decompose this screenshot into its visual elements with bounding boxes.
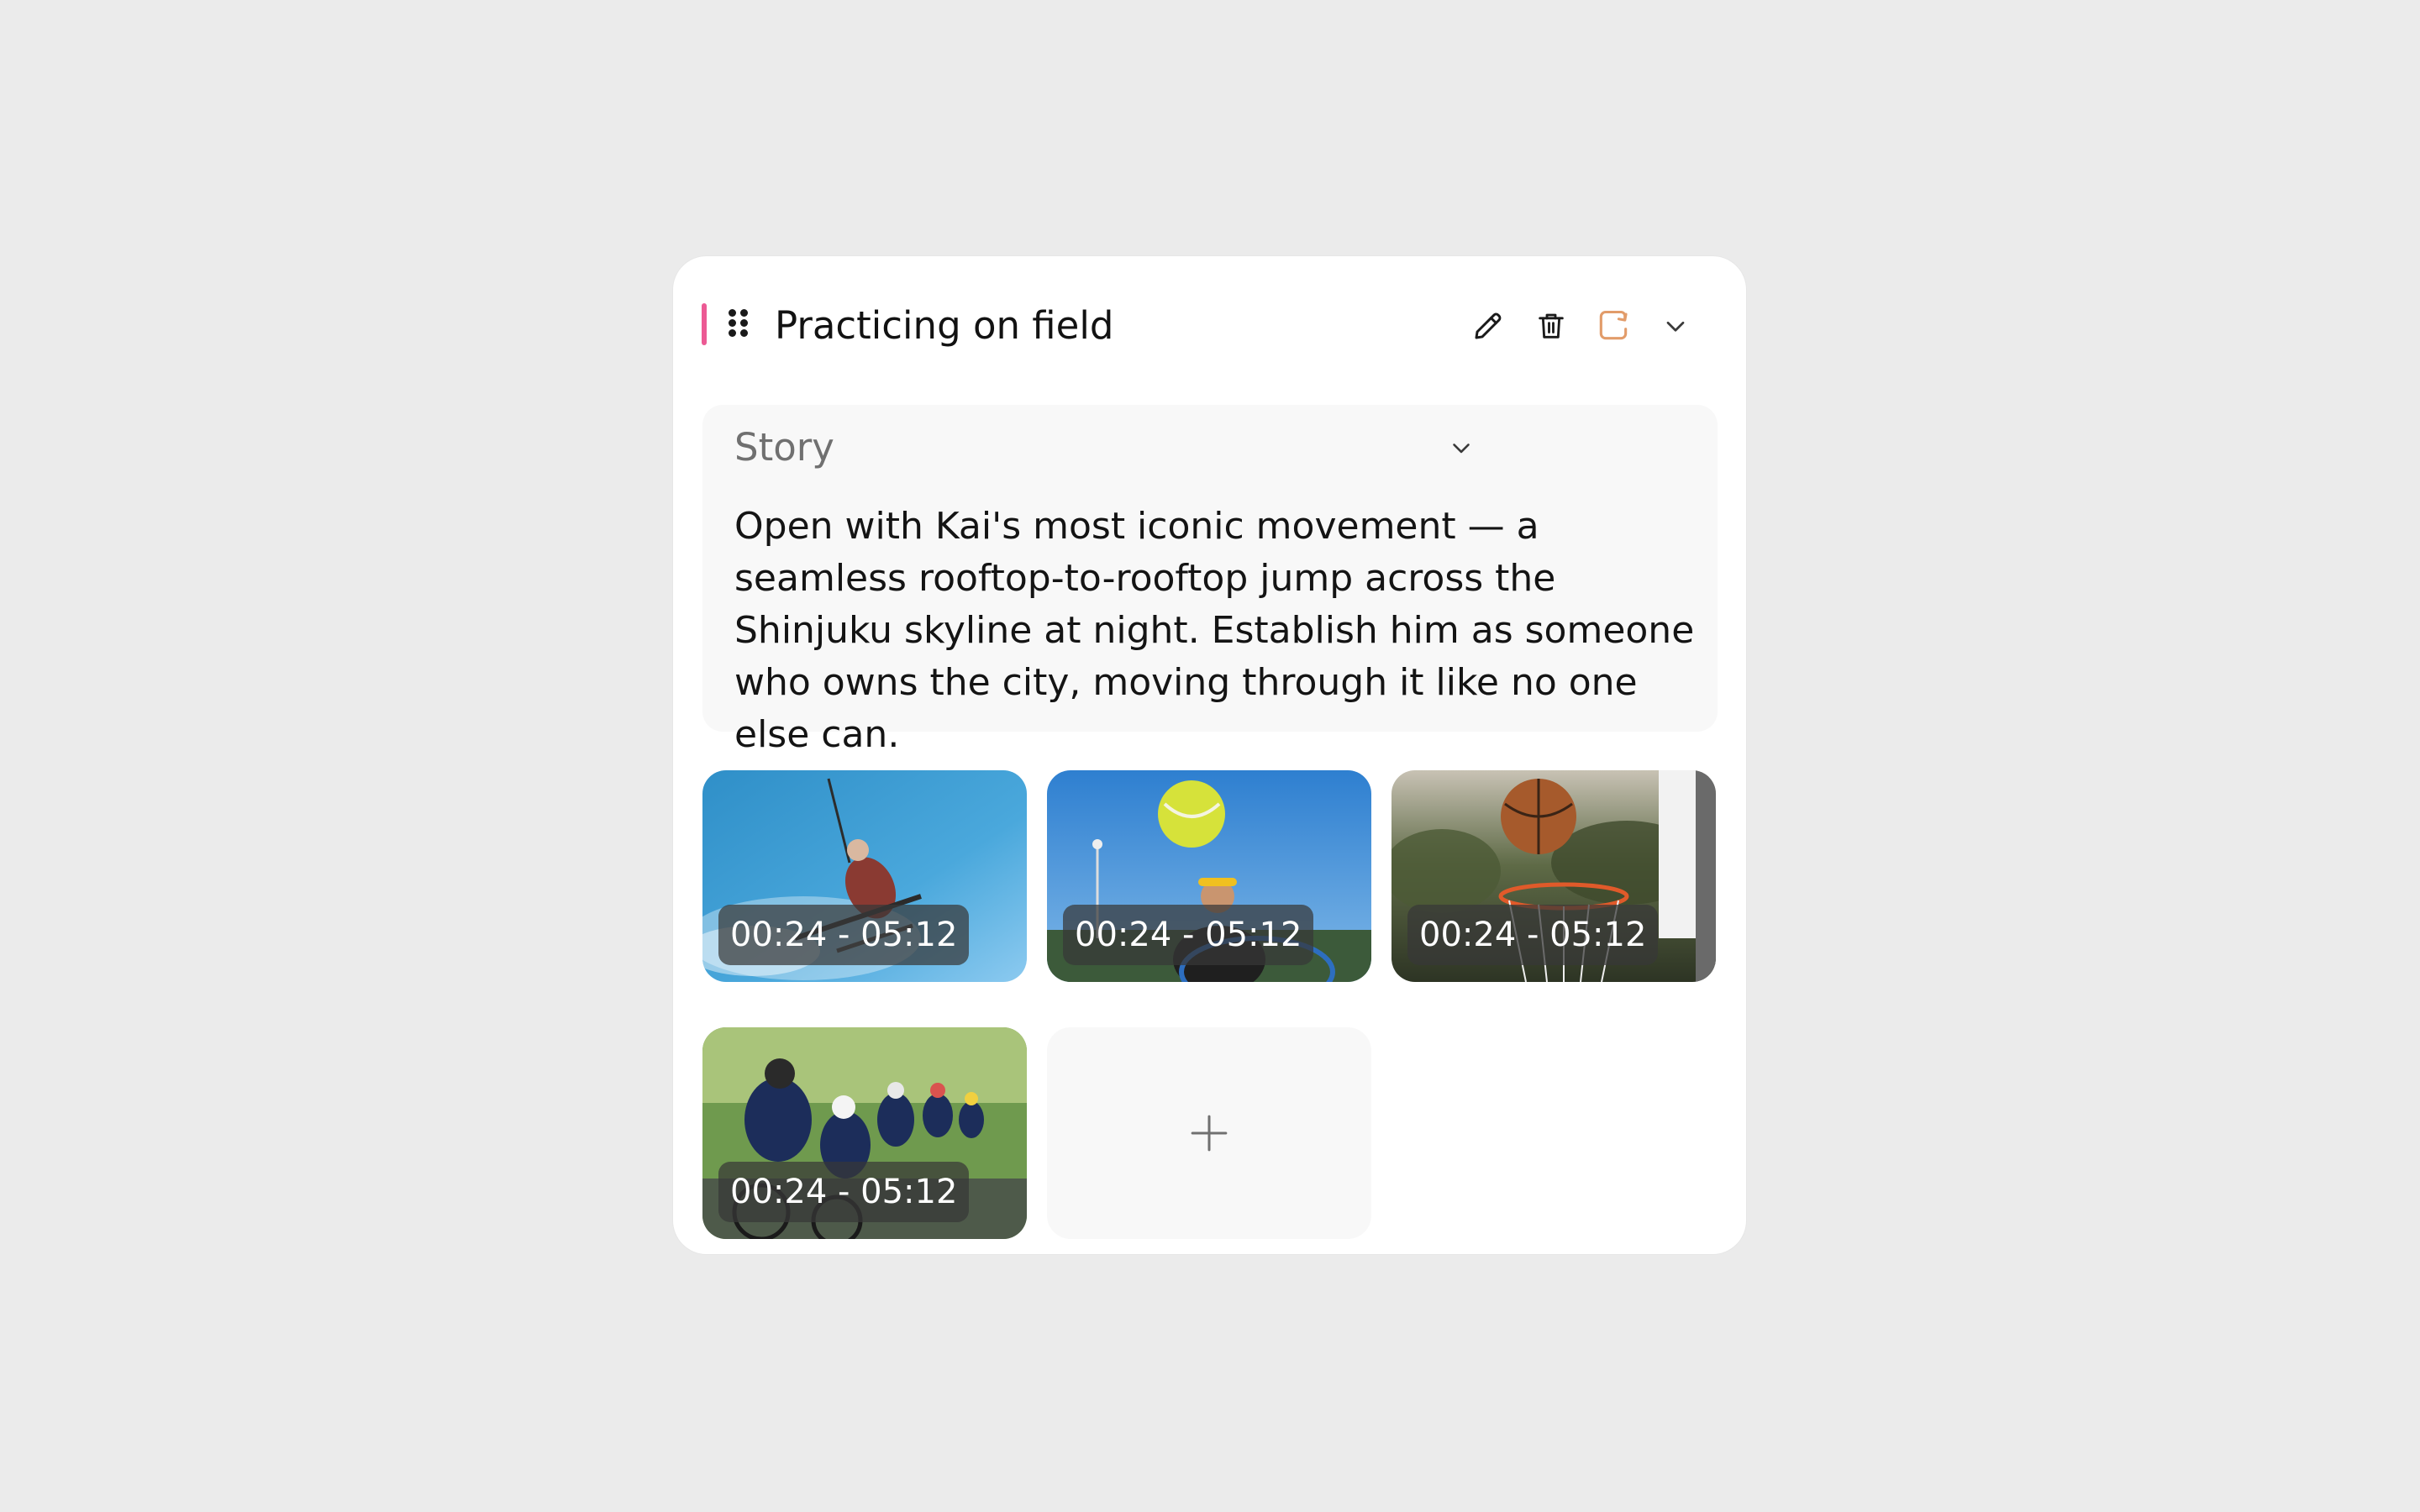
- clip-time-range: 00:24 - 05:12: [1063, 905, 1314, 965]
- drag-handle-icon[interactable]: [729, 309, 749, 338]
- chevron-down-icon: [1666, 321, 1685, 332]
- clip-thumbnail[interactable]: 00:24 - 05:12: [1392, 770, 1716, 982]
- accent-bar: [702, 303, 707, 345]
- clip-time-range: 00:24 - 05:12: [718, 1162, 970, 1222]
- pencil-icon: [1475, 312, 1502, 339]
- section-title: Practicing on field: [775, 303, 1114, 348]
- clip-time-range: 00:24 - 05:12: [718, 905, 970, 965]
- collapse-button[interactable]: [1655, 305, 1697, 347]
- clip-time-range: 00:24 - 05:12: [1407, 905, 1659, 965]
- edit-button[interactable]: [1467, 305, 1509, 347]
- chevron-down-icon: [1453, 444, 1470, 454]
- trash-icon: [1539, 313, 1564, 339]
- story-label: Story: [734, 425, 834, 470]
- clip-thumbnail[interactable]: 00:24 - 05:12: [1047, 770, 1371, 982]
- scene-card: Practicing on field Story Open with Kai'…: [673, 256, 1746, 1254]
- story-panel[interactable]: Story Open with Kai's most iconic moveme…: [702, 405, 1718, 756]
- add-clip-button[interactable]: [1047, 1027, 1371, 1239]
- refresh-icon: [1599, 310, 1628, 340]
- regenerate-button[interactable]: [1592, 305, 1634, 347]
- clip-thumbnail[interactable]: 00:24 - 05:12: [702, 1027, 1027, 1239]
- clip-thumbnail[interactable]: 00:24 - 05:12: [702, 770, 1027, 982]
- delete-button[interactable]: [1530, 305, 1572, 347]
- story-dropdown-toggle[interactable]: [1442, 428, 1481, 467]
- plus-icon: [1191, 1115, 1228, 1152]
- story-text[interactable]: Open with Kai's most iconic movement — a…: [734, 501, 1709, 761]
